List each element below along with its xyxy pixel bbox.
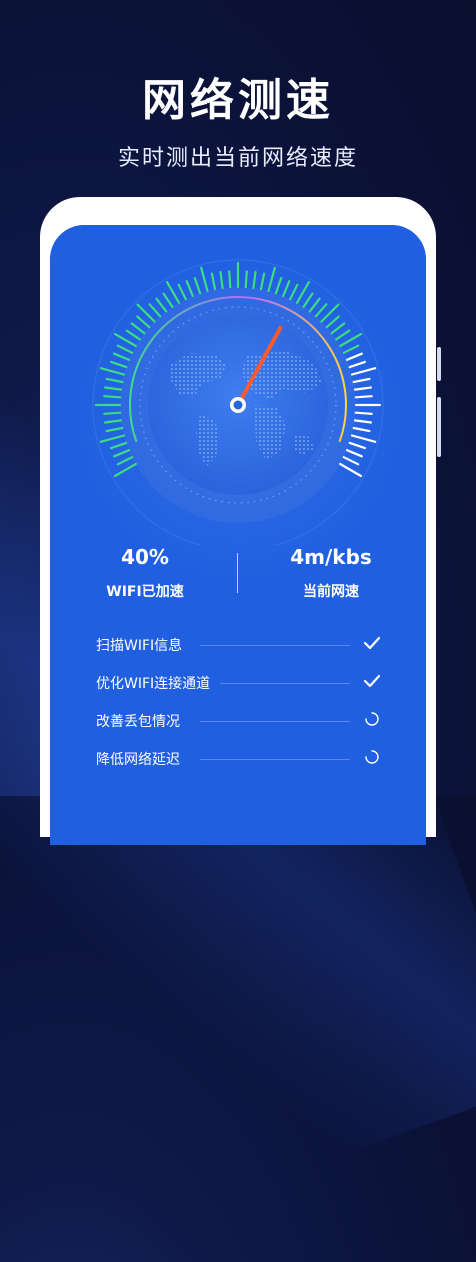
gauge-tick bbox=[302, 292, 314, 309]
gauge-tick bbox=[200, 266, 209, 293]
app-screen: 40% WIFI已加速 4m/kbs 当前网速 扫描WIFI信息 优化WIFI连… bbox=[50, 225, 426, 845]
gauge-tick bbox=[342, 456, 360, 466]
task-divider bbox=[200, 721, 350, 722]
task-divider bbox=[220, 683, 350, 684]
gauge-tick bbox=[113, 352, 131, 361]
spinner-icon bbox=[362, 747, 382, 767]
gauge-tick bbox=[289, 283, 299, 301]
gauge-tick bbox=[345, 352, 363, 361]
spinner-icon bbox=[362, 709, 382, 729]
task-divider bbox=[200, 645, 350, 646]
gauge-tick bbox=[99, 434, 126, 443]
gauge-tick bbox=[339, 462, 363, 478]
phone-volume-button bbox=[437, 347, 441, 381]
gauge-tick bbox=[354, 395, 373, 399]
gauge-tick bbox=[352, 377, 371, 384]
gauge-tick bbox=[185, 280, 194, 298]
gauge-tick bbox=[352, 426, 371, 433]
boost-stat: 40% WIFI已加速 bbox=[70, 545, 220, 601]
gauge-tick bbox=[148, 303, 162, 318]
gauge-tick bbox=[342, 344, 360, 354]
gauge-tick bbox=[308, 297, 321, 313]
gauge-tick bbox=[219, 271, 224, 290]
phone-frame: 40% WIFI已加速 4m/kbs 当前网速 扫描WIFI信息 优化WIFI连… bbox=[40, 197, 441, 845]
gauge-tick bbox=[348, 441, 366, 450]
task-label: 降低网络延迟 bbox=[96, 752, 180, 768]
gauge-tick bbox=[105, 426, 124, 433]
promo-title: 网络测速 bbox=[142, 75, 334, 126]
check-icon bbox=[362, 633, 382, 653]
check-icon bbox=[362, 671, 382, 691]
gauge-tick bbox=[345, 449, 363, 458]
boost-label: WIFI已加速 bbox=[106, 584, 184, 600]
task-item: 优化WIFI连接通道 bbox=[50, 671, 426, 695]
task-label: 改善丢包情况 bbox=[96, 714, 180, 730]
gauge-tick bbox=[274, 277, 283, 295]
gauge-tick bbox=[116, 456, 134, 466]
task-label: 扫描WIFI信息 bbox=[96, 638, 183, 654]
task-item: 扫描WIFI信息 bbox=[50, 633, 426, 657]
gauge-tick bbox=[267, 266, 276, 293]
gauge-tick bbox=[335, 329, 351, 341]
gauge-tick bbox=[350, 367, 377, 376]
gauge-tick bbox=[252, 271, 257, 290]
gauge-tick bbox=[210, 272, 217, 291]
gauge-tick bbox=[113, 449, 131, 458]
gauge-tick bbox=[109, 441, 128, 450]
gauge-tick bbox=[330, 322, 346, 335]
gauge-tick bbox=[103, 411, 122, 415]
speed-stat: 4m/kbs 当前网速 bbox=[256, 545, 406, 601]
task-item: 改善丢包情况 bbox=[50, 709, 426, 733]
speed-gauge bbox=[92, 259, 384, 545]
gauge-tick bbox=[105, 377, 124, 384]
gauge-tick bbox=[109, 360, 128, 369]
task-label: 优化WIFI连接通道 bbox=[96, 676, 211, 692]
stats-panel: 40% WIFI已加速 4m/kbs 当前网速 bbox=[50, 545, 426, 605]
gauge-tick bbox=[130, 322, 146, 335]
gauge-tick bbox=[116, 344, 134, 354]
task-divider bbox=[200, 759, 350, 760]
gauge-tick bbox=[354, 411, 373, 415]
gauge-tick bbox=[350, 434, 377, 443]
gauge-tick bbox=[103, 419, 123, 424]
gauge-tick bbox=[193, 277, 202, 295]
gauge-tick bbox=[155, 297, 168, 313]
gauge-tick bbox=[353, 419, 372, 424]
gauge-tick bbox=[244, 270, 248, 289]
speed-value: 4m/kbs bbox=[290, 545, 372, 569]
phone-power-button bbox=[437, 397, 441, 457]
gauge-tick bbox=[136, 315, 151, 329]
task-item: 降低网络延迟 bbox=[50, 747, 426, 771]
gauge-tick bbox=[99, 367, 126, 376]
boost-value: 40% bbox=[121, 545, 169, 569]
stats-divider bbox=[237, 553, 238, 593]
gauge-tick bbox=[103, 386, 123, 391]
gauge-tick bbox=[113, 462, 137, 478]
gauge-tick bbox=[162, 292, 174, 309]
gauge-tick bbox=[103, 395, 122, 399]
gauge-tick bbox=[314, 303, 328, 318]
gauge-tick bbox=[177, 283, 187, 301]
gauge-tick bbox=[282, 280, 291, 298]
gauge-tick bbox=[125, 329, 142, 341]
gauge-tick bbox=[228, 270, 232, 289]
gauge-tick bbox=[259, 272, 266, 291]
speed-label: 当前网速 bbox=[303, 584, 359, 600]
promo-subtitle: 实时测出当前网络速度 bbox=[117, 146, 358, 171]
needle-hub-center bbox=[233, 400, 243, 410]
gauge-tick bbox=[353, 386, 372, 391]
gauge-tick bbox=[348, 360, 366, 369]
gauge-tick bbox=[325, 315, 340, 329]
